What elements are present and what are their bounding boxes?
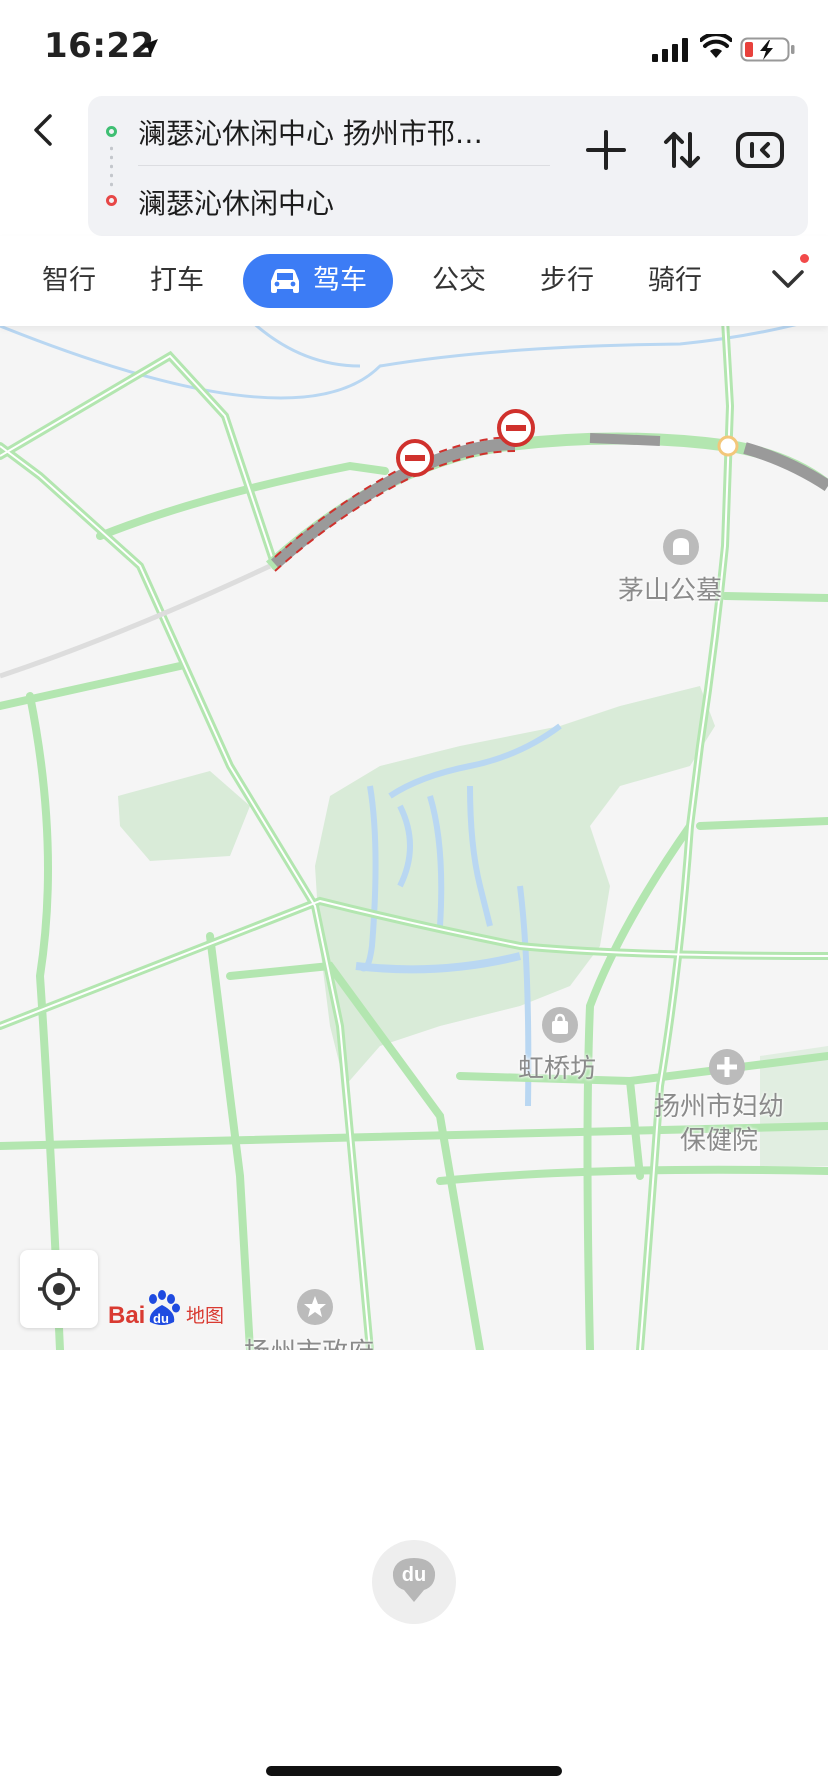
logo-text-bai: Bai — [108, 1302, 145, 1329]
map-view[interactable]: 茅山公墓 虹桥坊 扬州市妇幼 保健院 扬州市政府 — [0, 326, 828, 1350]
cemetery-icon — [663, 529, 699, 565]
route-divider — [138, 165, 550, 166]
route-connector — [110, 144, 113, 190]
map-base-layer — [0, 326, 828, 1350]
swap-route-button[interactable] — [654, 122, 710, 178]
no-entry-icon — [396, 439, 434, 477]
tab-transit[interactable]: 公交 — [432, 254, 486, 308]
route-options-button[interactable] — [732, 122, 788, 178]
pin-text: du — [402, 1564, 426, 1586]
government-star-icon — [297, 1289, 333, 1325]
poi-label-hongqiaofang[interactable]: 虹桥坊 — [518, 1048, 596, 1085]
status-bar: 16:22 — [0, 0, 828, 96]
start-location-field[interactable]: 澜瑟沁休闲中心 扬州市邗… — [138, 112, 483, 152]
travel-mode-tabs: 智行 打车 驾车 公交 步行 骑行 — [0, 236, 828, 326]
cellular-signal-icon — [652, 38, 688, 62]
home-indicator[interactable] — [266, 1766, 562, 1776]
start-point-dot — [106, 126, 117, 137]
back-button[interactable] — [22, 108, 66, 152]
hospital-icon — [709, 1049, 745, 1085]
poi-label-yangzhou-government[interactable]: 扬州市政府 — [244, 1332, 374, 1350]
poi-label-maternal-child-hospital[interactable]: 扬州市妇幼 保健院 — [654, 1090, 784, 1158]
add-waypoint-button[interactable] — [578, 122, 634, 178]
car-icon — [271, 269, 299, 293]
locate-me-button[interactable] — [20, 1250, 98, 1328]
tab-smart[interactable]: 智行 — [42, 254, 96, 308]
logo-text-du: du — [153, 1311, 169, 1326]
shopping-bag-icon — [542, 1007, 578, 1043]
no-entry-icon — [497, 409, 535, 447]
loading-indicator: du — [372, 1540, 456, 1624]
tab-taxi[interactable]: 打车 — [150, 254, 204, 308]
end-point-dot — [106, 195, 117, 206]
location-arrow-icon — [140, 39, 158, 57]
wifi-icon — [700, 34, 732, 58]
end-location-field[interactable]: 澜瑟沁休闲中心 — [138, 182, 334, 222]
logo-text-map: 地图 — [186, 1305, 224, 1327]
poi-label-maoshan-cemetery[interactable]: 茅山公墓 — [618, 570, 722, 607]
notification-dot — [800, 254, 809, 263]
tab-drive-label: 驾车 — [313, 265, 367, 296]
chevron-down-icon[interactable] — [768, 264, 808, 294]
baidu-pin-icon: du — [392, 1558, 436, 1602]
battery-icon — [740, 37, 795, 62]
tab-walk[interactable]: 步行 — [540, 254, 594, 308]
tab-bike[interactable]: 骑行 — [648, 254, 702, 308]
tab-drive[interactable]: 驾车 — [243, 254, 393, 308]
baidu-map-logo: Bai du 地图 — [108, 1286, 228, 1334]
route-panel: 澜瑟沁休闲中心 扬州市邗… 澜瑟沁休闲中心 — [88, 96, 808, 236]
crosshair-icon — [38, 1268, 80, 1310]
